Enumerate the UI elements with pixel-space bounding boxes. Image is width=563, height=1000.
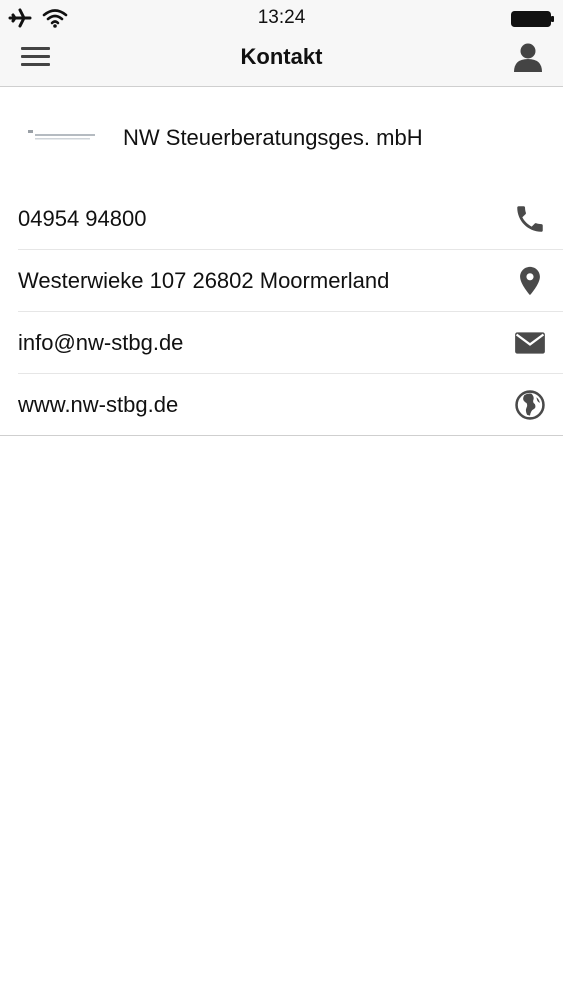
email-address: info@nw-stbg.de	[18, 330, 184, 355]
profile-button[interactable]	[511, 40, 545, 74]
status-bar: 13:24	[0, 0, 563, 36]
list-bottom-divider	[0, 435, 563, 436]
website-url: www.nw-stbg.de	[18, 392, 179, 417]
globe-icon[interactable]	[513, 388, 547, 422]
phone-number: 04954 94800	[18, 206, 147, 231]
company-logo	[28, 129, 96, 143]
mail-icon[interactable]	[513, 326, 547, 360]
address: Westerwieke 107 26802 Moormerland	[18, 268, 390, 293]
contact-website-row[interactable]: www.nw-stbg.de	[0, 374, 563, 436]
page-title: Kontakt	[240, 44, 323, 69]
company-name: NW Steuerberatungsges. mbH	[123, 125, 423, 150]
company-header: NW Steuerberatungsges. mbH	[0, 87, 563, 187]
profile-icon	[511, 43, 545, 78]
navigation-bar: Kontakt	[0, 36, 563, 87]
contact-phone-row[interactable]: 04954 94800	[0, 188, 563, 250]
location-pin-icon[interactable]	[513, 264, 547, 298]
phone-icon[interactable]	[513, 202, 547, 236]
battery-icon	[511, 11, 555, 27]
contact-email-row[interactable]: info@nw-stbg.de	[0, 312, 563, 374]
status-time: 13:24	[257, 7, 306, 28]
contact-list: 04954 94800 Westerwieke 107 26802 Moorme…	[0, 188, 563, 436]
contact-address-row[interactable]: Westerwieke 107 26802 Moormerland	[0, 250, 563, 312]
